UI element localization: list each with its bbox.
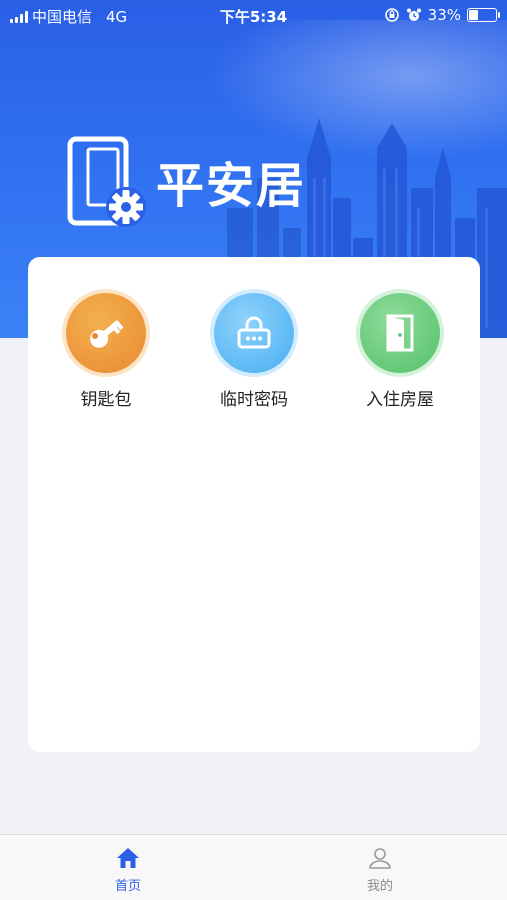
door-icon — [360, 293, 440, 373]
feature-label: 入住房屋 — [366, 390, 434, 410]
rotation-lock-icon — [384, 8, 399, 22]
tab-home-label: 首页 — [114, 879, 141, 894]
app-screen: 中国电信 4G 下午5:34 33% 平安居 钥匙包 临时密码 入住房屋 首页 … — [0, 0, 507, 900]
feature-temp-password[interactable]: 临时密码 — [194, 293, 314, 410]
feature-label: 钥匙包 — [80, 390, 132, 410]
app-logo: 平安居 — [66, 135, 306, 227]
status-right: 33% — [384, 6, 500, 24]
status-bar: 中国电信 4G 下午5:34 33% — [0, 0, 507, 30]
tab-mine[interactable]: 我的 — [330, 847, 430, 894]
tab-home[interactable]: 首页 — [78, 847, 178, 894]
app-title: 平安居 — [156, 158, 307, 214]
alarm-icon — [406, 8, 421, 21]
key-icon — [66, 293, 146, 373]
tab-mine-label: 我的 — [366, 879, 393, 894]
bottom-tab-bar: 首页 我的 — [0, 834, 507, 900]
battery-icon — [467, 8, 500, 22]
feature-label: 临时密码 — [220, 390, 288, 410]
lock-icon — [214, 293, 294, 373]
feature-move-in[interactable]: 入住房屋 — [340, 293, 460, 410]
battery-percent: 33% — [427, 6, 461, 24]
house-gear-logo-icon — [67, 136, 146, 227]
home-icon — [117, 848, 139, 868]
feature-card: 钥匙包 临时密码 入住房屋 — [28, 257, 480, 752]
person-icon — [369, 848, 391, 869]
feature-key-wallet[interactable]: 钥匙包 — [46, 293, 166, 410]
